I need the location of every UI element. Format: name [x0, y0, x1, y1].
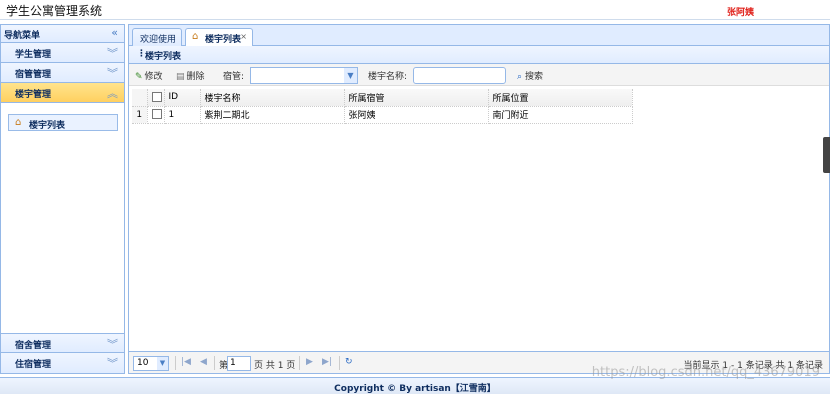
drag-handle[interactable] [823, 137, 830, 173]
last-page-icon[interactable]: ▶| [322, 357, 332, 367]
chevron-down-icon[interactable]: ▼ [344, 68, 357, 83]
grid-header-row: ID 楼宇名称 所属宿管 所属位置 [132, 89, 633, 107]
current-user: 张阿姨 [727, 8, 755, 18]
accordion-label: 住宿管理 [15, 360, 52, 370]
refresh-icon[interactable]: ↻ [345, 357, 353, 367]
first-page-icon[interactable]: |◀ [181, 357, 191, 367]
cell-name: 紫荆二期北 [200, 106, 345, 124]
search-button[interactable]: ⌕ 搜索 [517, 69, 543, 82]
chevron-down-icon[interactable]: ▼ [157, 357, 168, 370]
row-select-cell [147, 106, 165, 124]
main-panel: 欢迎使用 ⌂ 楼宇列表 × ⋮ 楼宇列表 ✎ 修改 ▤ 删除 宿管: ▼ 楼宇名称:… [128, 24, 830, 374]
accordion-label: 宿管管理 [15, 70, 52, 80]
separator [339, 356, 340, 370]
sidebar-item-building-list[interactable]: ⌂ 楼宇列表 [8, 114, 118, 131]
search-icon: ⌕ [517, 72, 523, 82]
cell-id: 1 [164, 106, 201, 124]
accordion-student[interactable]: 学生管理 ︾ [1, 43, 124, 63]
panel-header: ⋮ 楼宇列表 [129, 46, 829, 64]
page-size-value: 10 [137, 358, 149, 368]
tab-bar: 欢迎使用 ⌂ 楼宇列表 × [129, 25, 829, 47]
tab-label: 欢迎使用 [140, 35, 177, 45]
accordion-manager[interactable]: 宿管管理 ︾ [1, 63, 124, 83]
select-all-cell [147, 89, 165, 107]
table-row[interactable]: 1 1 紫荆二期北 张阿姨 南门附近 [132, 106, 633, 124]
page-number-input[interactable]: 1 [227, 356, 251, 371]
app-header: 学生公寓管理系统 张阿姨 [0, 0, 830, 20]
manager-label: 宿管: [223, 72, 245, 82]
home-icon: ⌂ [192, 31, 199, 42]
chevron-down-icon[interactable]: ︾ [107, 336, 118, 352]
toolbar: ✎ 修改 ▤ 删除 宿管: ▼ 楼宇名称: ⌕ 搜索 [129, 64, 829, 86]
page-size-select[interactable]: 10 ▼ [133, 356, 169, 371]
building-name-input[interactable] [413, 67, 506, 84]
edit-label: 修改 [144, 72, 163, 82]
accordion-building-body: ⌂ 楼宇列表 [1, 103, 124, 336]
accordion-label: 学生管理 [15, 50, 52, 60]
accordion-dorm[interactable]: 宿舍管理 ︾ [1, 333, 124, 353]
separator [175, 356, 176, 370]
data-grid: ID 楼宇名称 所属宿管 所属位置 1 1 紫荆二期北 张阿姨 南门附近 [132, 89, 633, 124]
manager-select[interactable]: ▼ [250, 67, 358, 84]
column-header-name[interactable]: 楼宇名称 [200, 89, 345, 107]
tab-label: 楼宇列表 [205, 35, 242, 45]
building-name-label: 楼宇名称: [368, 72, 408, 82]
sidebar-title: 导航菜单 [4, 31, 41, 41]
row-number: 1 [132, 106, 148, 124]
home-icon: ⌂ [15, 117, 22, 128]
separator [299, 356, 300, 370]
delete-label: 删除 [186, 72, 205, 82]
accordion-lodging[interactable]: 住宿管理 ︾ [1, 353, 124, 373]
column-header-manager[interactable]: 所属宿管 [344, 89, 489, 107]
panel-title: 楼宇列表 [145, 52, 182, 62]
accordion-label: 楼宇管理 [15, 90, 52, 100]
edit-button[interactable]: ✎ 修改 [135, 69, 163, 82]
delete-button[interactable]: ▤ 删除 [176, 69, 205, 82]
column-header-id[interactable]: ID [164, 89, 201, 107]
separator [214, 356, 215, 370]
close-icon[interactable]: × [240, 32, 247, 41]
row-checkbox[interactable] [151, 109, 162, 120]
accordion-label: 宿舍管理 [15, 341, 52, 351]
sidebar-header: 导航菜单 « [1, 25, 124, 43]
tab-building-list[interactable]: ⌂ 楼宇列表 × [185, 28, 253, 47]
prev-page-icon[interactable]: ◀ [200, 357, 207, 367]
select-all-checkbox[interactable] [151, 92, 162, 102]
pencil-icon: ✎ [135, 72, 143, 82]
trash-icon: ▤ [176, 72, 185, 82]
tab-welcome[interactable]: 欢迎使用 [132, 28, 182, 46]
next-page-icon[interactable]: ▶ [306, 357, 313, 367]
sidebar-item-label: 楼宇列表 [29, 121, 66, 131]
search-label: 搜索 [525, 72, 544, 82]
collapse-left-icon[interactable]: « [111, 26, 118, 39]
accordion-building[interactable]: 楼宇管理 ︽ [1, 83, 124, 103]
cell-location: 南门附近 [488, 106, 633, 124]
copyright-text: Copyright © By artisan【江雪南】 [334, 384, 496, 394]
column-header-location[interactable]: 所属位置 [488, 89, 633, 107]
chevron-down-icon[interactable]: ︾ [107, 65, 118, 81]
app-title: 学生公寓管理系统 [6, 4, 103, 18]
chevron-down-icon[interactable]: ︾ [107, 45, 118, 61]
rownum-header [132, 89, 148, 107]
sidebar: 导航菜单 « 学生管理 ︾ 宿管管理 ︾ 楼宇管理 ︽ ⌂ 楼宇列表 宿舍管理 … [0, 24, 125, 374]
watermark: https://blog.csdn.net/qq_43679019 [591, 365, 820, 380]
page-suffix: 页 共 1 页 [254, 361, 296, 371]
cell-manager: 张阿姨 [344, 106, 489, 124]
chevron-down-icon[interactable]: ︾ [107, 355, 118, 371]
chevron-up-icon[interactable]: ︽ [107, 85, 118, 101]
